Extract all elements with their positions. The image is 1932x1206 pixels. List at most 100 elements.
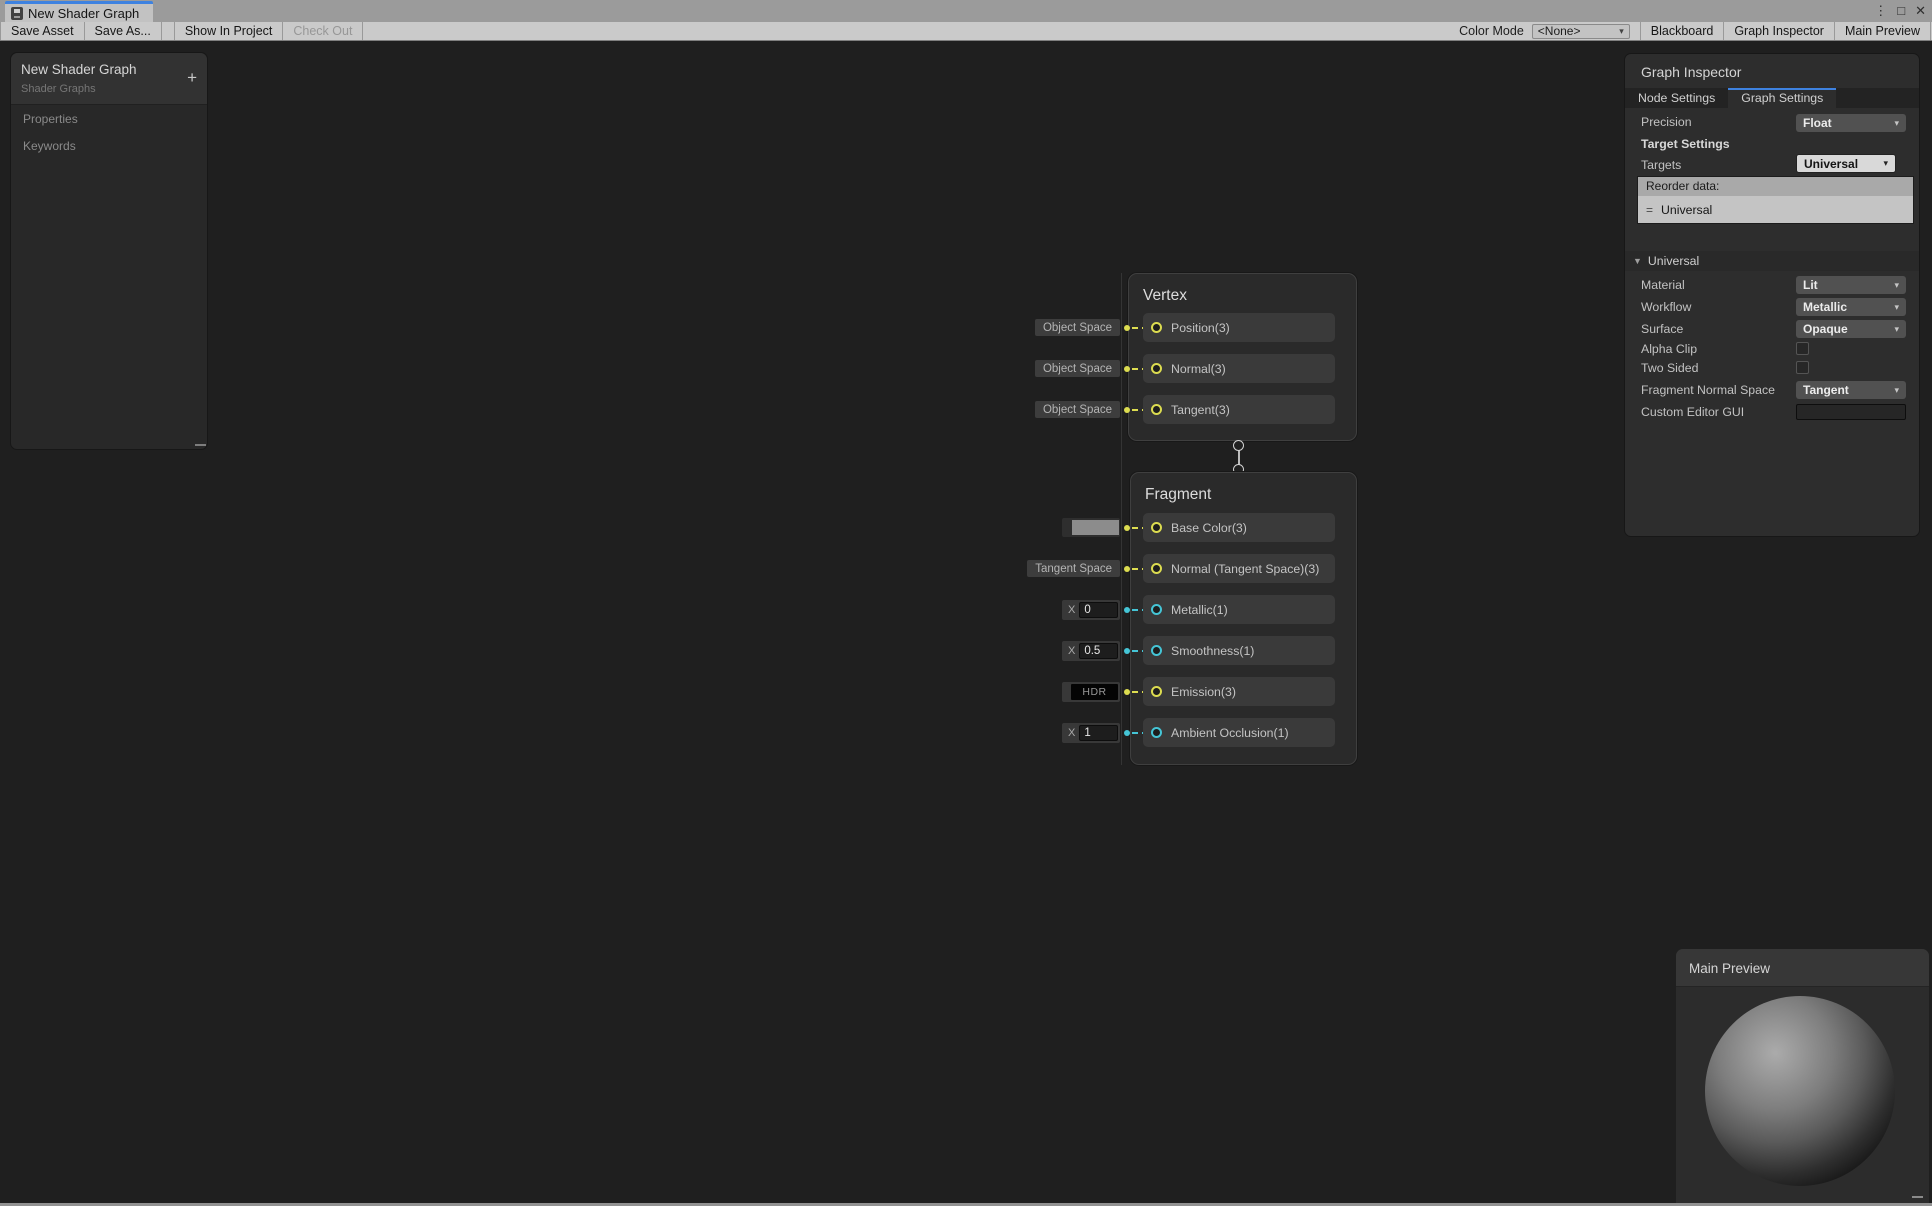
blackboard-resize-handle[interactable] xyxy=(195,444,206,446)
x-component-label: X xyxy=(1068,727,1075,739)
save-as-button[interactable]: Save As... xyxy=(85,22,162,40)
fragment-slot-ambient-occlusion[interactable]: Ambient Occlusion(1) xyxy=(1143,718,1335,747)
two-sided-label: Two Sided xyxy=(1641,361,1698,375)
vector3-port-icon[interactable] xyxy=(1151,522,1162,533)
smoothness-float-widget: X 0.5 xyxy=(1062,641,1120,661)
ambient-occlusion-value-input[interactable]: 1 xyxy=(1079,725,1118,741)
blackboard-subtitle: Shader Graphs xyxy=(21,83,197,95)
blackboard-section-properties[interactable]: Properties xyxy=(11,105,207,132)
vector3-port-icon[interactable] xyxy=(1151,322,1162,333)
precision-dropdown[interactable]: Float ▾ xyxy=(1796,114,1906,132)
surface-dropdown[interactable]: Opaque ▾ xyxy=(1796,320,1906,338)
document-tab-label: New Shader Graph xyxy=(28,6,139,21)
fragment-slot-normal[interactable]: Normal (Tangent Space)(3) xyxy=(1143,554,1335,583)
targets-reorder-list: Reorder data: = Universal xyxy=(1637,176,1914,224)
material-dropdown[interactable]: Lit ▾ xyxy=(1796,276,1906,294)
port-connector-dot xyxy=(1124,730,1130,736)
reorder-item-universal[interactable]: = Universal xyxy=(1638,196,1913,223)
fragment-normal-space-dropdown[interactable]: Tangent ▾ xyxy=(1796,381,1906,399)
dropdown-arrow-icon: ▾ xyxy=(1894,385,1899,396)
float-port-icon[interactable] xyxy=(1151,645,1162,656)
drag-handle-icon[interactable]: = xyxy=(1646,203,1653,217)
tab-graph-settings[interactable]: Graph Settings xyxy=(1728,88,1836,108)
tangent-space-dropdown[interactable]: Object Space xyxy=(1035,401,1120,418)
edge-output-port[interactable] xyxy=(1233,440,1244,451)
dropdown-arrow-icon: ▾ xyxy=(1894,324,1899,335)
x-component-label: X xyxy=(1068,604,1075,616)
emission-hdr-widget[interactable]: HDR xyxy=(1062,682,1120,702)
targets-dropdown[interactable]: Universal ▾ xyxy=(1796,154,1896,173)
alpha-clip-label: Alpha Clip xyxy=(1641,342,1697,356)
hdr-color-swatch[interactable]: HDR xyxy=(1071,684,1118,700)
universal-foldout[interactable]: ▼ Universal xyxy=(1625,251,1919,271)
target-settings-heading: Target Settings xyxy=(1641,137,1730,151)
add-property-button[interactable]: + xyxy=(187,69,197,86)
close-icon[interactable]: ✕ xyxy=(1915,0,1926,22)
port-connector-dot xyxy=(1124,525,1130,531)
vertex-slot-tangent[interactable]: Tangent(3) xyxy=(1143,395,1335,424)
reorder-list-header: Reorder data: xyxy=(1638,177,1913,196)
main-preview-panel: Main Preview xyxy=(1676,949,1929,1206)
dropdown-arrow-icon: ▾ xyxy=(1894,118,1899,129)
workflow-dropdown[interactable]: Metallic ▾ xyxy=(1796,298,1906,316)
dropdown-arrow-icon: ▾ xyxy=(1894,280,1899,291)
smoothness-value-input[interactable]: 0.5 xyxy=(1079,643,1118,659)
float-port-icon[interactable] xyxy=(1151,604,1162,615)
x-component-label: X xyxy=(1068,645,1075,657)
inspector-tab-strip: Node Settings Graph Settings xyxy=(1625,88,1919,108)
preview-sphere[interactable] xyxy=(1705,996,1895,1186)
window-menu-icon[interactable]: ⋮ xyxy=(1874,0,1887,22)
document-tab[interactable]: New Shader Graph xyxy=(5,1,153,22)
port-connector-dot xyxy=(1124,407,1130,413)
blackboard-toggle-button[interactable]: Blackboard xyxy=(1640,22,1725,40)
save-asset-button[interactable]: Save Asset xyxy=(0,22,85,40)
port-connector-dot xyxy=(1124,689,1130,695)
ambient-occlusion-float-widget: X 1 xyxy=(1062,723,1120,743)
port-connector-dot xyxy=(1124,325,1130,331)
float-port-icon[interactable] xyxy=(1151,727,1162,738)
fragment-slot-metallic[interactable]: Metallic(1) xyxy=(1143,595,1335,624)
fragment-node-title: Fragment xyxy=(1145,486,1211,504)
fragment-slot-base-color[interactable]: Base Color(3) xyxy=(1143,513,1335,542)
normal-space-dropdown[interactable]: Object Space xyxy=(1035,360,1120,377)
vector3-port-icon[interactable] xyxy=(1151,563,1162,574)
blackboard-section-keywords[interactable]: Keywords xyxy=(11,132,207,159)
toolbar: Save Asset Save As... Show In Project Ch… xyxy=(0,22,1932,41)
maximize-icon[interactable]: □ xyxy=(1897,0,1905,22)
precision-label: Precision xyxy=(1641,115,1692,129)
port-connector-dot xyxy=(1124,566,1130,572)
position-space-dropdown[interactable]: Object Space xyxy=(1035,319,1120,336)
main-preview-toggle-button[interactable]: Main Preview xyxy=(1835,22,1931,40)
dropdown-arrow-icon: ▾ xyxy=(1619,26,1624,37)
material-label: Material xyxy=(1641,278,1685,292)
preview-resize-handle[interactable] xyxy=(1912,1196,1923,1198)
targets-label: Targets xyxy=(1641,158,1681,172)
custom-editor-gui-field[interactable] xyxy=(1796,404,1906,420)
dropdown-arrow-icon: ▾ xyxy=(1894,302,1899,313)
show-in-project-button[interactable]: Show In Project xyxy=(174,22,284,40)
graph-inspector-panel: Graph Inspector Node Settings Graph Sett… xyxy=(1624,53,1920,537)
alpha-clip-checkbox[interactable] xyxy=(1796,342,1809,355)
normal-tangent-space-dropdown[interactable]: Tangent Space xyxy=(1027,560,1120,577)
fragment-slot-smoothness[interactable]: Smoothness(1) xyxy=(1143,636,1335,665)
fragment-slot-emission[interactable]: Emission(3) xyxy=(1143,677,1335,706)
check-out-button: Check Out xyxy=(283,22,363,40)
two-sided-checkbox[interactable] xyxy=(1796,361,1809,374)
base-color-picker[interactable] xyxy=(1062,518,1120,537)
surface-label: Surface xyxy=(1641,322,1683,336)
graph-inspector-title: Graph Inspector xyxy=(1641,64,1741,80)
graph-inspector-toggle-button[interactable]: Graph Inspector xyxy=(1724,22,1835,40)
color-mode-dropdown[interactable]: <None> ▾ xyxy=(1532,24,1630,39)
shader-graph-asset-icon xyxy=(11,7,23,20)
vector3-port-icon[interactable] xyxy=(1151,363,1162,374)
vertex-slot-normal[interactable]: Normal(3) xyxy=(1143,354,1335,383)
vector3-port-icon[interactable] xyxy=(1151,686,1162,697)
metallic-value-input[interactable]: 0 xyxy=(1079,602,1118,618)
window-controls: ⋮ □ ✕ xyxy=(1874,0,1926,22)
tab-node-settings[interactable]: Node Settings xyxy=(1625,88,1728,108)
fragment-normal-space-label: Fragment Normal Space xyxy=(1641,383,1775,397)
vector3-port-icon[interactable] xyxy=(1151,404,1162,415)
vertex-slot-position[interactable]: Position(3) xyxy=(1143,313,1335,342)
port-connector-dot xyxy=(1124,607,1130,613)
toolbar-right-group: Color Mode <None> ▾ Blackboard Graph Ins… xyxy=(1459,22,1931,40)
